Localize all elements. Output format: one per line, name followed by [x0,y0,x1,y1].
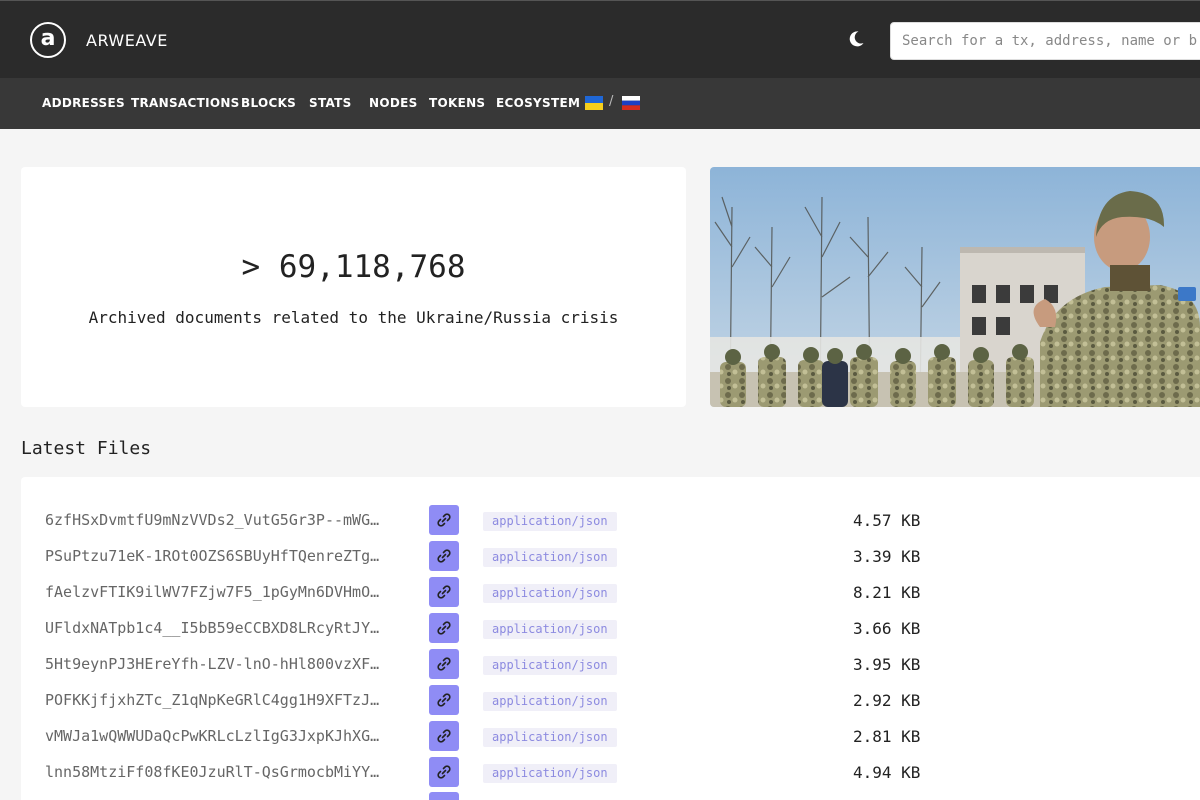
archived-count: > 69,118,768 [241,249,466,285]
file-id-link[interactable]: lnn58MtziFf08fKE0JzuRlT-QsGrmocbMiYY… [45,763,405,781]
table-row: PSuPtzu71eK-1ROt0OZS6SBUyHfTQenreZTg… ap… [21,538,1200,574]
moon-icon[interactable] [846,29,866,49]
mime-type-badge: application/json [483,728,617,747]
ukraine-soldiers-photo [710,167,1200,407]
file-size: 2.92 KB [853,691,921,710]
file-id-link[interactable]: 6zfHSxDvmtfU9mNzVVDs2_VutG5Gr3P--mWG… [45,511,405,529]
mime-type-badge: application/json [483,764,617,783]
top-bar: a ARWEAVE [0,0,1200,78]
latest-files-title: Latest Files [21,438,152,459]
link-icon[interactable] [429,685,459,715]
mime-type-badge: application/json [483,692,617,711]
mime-type-badge: application/json [483,656,617,675]
link-icon[interactable] [429,757,459,787]
mime-type-badge: application/json [483,548,617,567]
nav-item-ecosystem[interactable]: ECOSYSTEM [496,96,580,110]
logo-letter: a [40,25,56,51]
file-size: 3.39 KB [853,547,921,566]
file-size: 3.66 KB [853,619,921,638]
russia-flag-icon[interactable] [622,96,640,110]
nav-item-nodes[interactable]: NODES [369,96,418,110]
nav-item-transactions[interactable]: TRANSACTIONS [131,96,240,110]
nav-item-tokens[interactable]: TOKENS [429,96,485,110]
file-id-link[interactable]: vMWJa1wQWWUDaQcPwKRLcLzlIgG3JxpKJhXG… [45,727,405,745]
table-row: POFKKjfjxhZTc_Z1qNpKeGRlC4gg1H9XFTzJ… ap… [21,682,1200,718]
nav-item-addresses[interactable]: ADDRESSES [42,96,125,110]
link-icon[interactable] [429,505,459,535]
ukraine-flag-icon[interactable] [585,96,603,110]
file-id-link[interactable]: PSuPtzu71eK-1ROt0OZS6SBUyHfTQenreZTg… [45,547,405,565]
link-icon[interactable] [429,577,459,607]
mime-type-badge: application/json [483,512,617,531]
mime-type-badge: application/json [483,584,617,603]
arweave-logo-icon[interactable]: a [30,22,66,58]
table-row: 6zfHSxDvmtfU9mNzVVDs2_VutG5Gr3P--mWG… ap… [21,502,1200,538]
file-size: 4.57 KB [853,511,921,530]
link-icon[interactable] [429,541,459,571]
file-size: 3.95 KB [853,655,921,674]
link-icon[interactable] [429,792,459,800]
link-icon[interactable] [429,721,459,751]
file-size: 2.81 KB [853,727,921,746]
file-id-link[interactable]: fAelzvFTIK9ilWV7FZjw7F5_1pGyMn6DVHmO… [45,583,405,601]
archived-caption: Archived documents related to the Ukrain… [88,308,619,327]
table-row: vMWJa1wQWWUDaQcPwKRLcLzlIgG3JxpKJhXG… ap… [21,718,1200,754]
link-icon[interactable] [429,649,459,679]
file-id-link[interactable]: UFldxNATpb1c4__I5bB59eCCBXD8LRcyRtJY… [45,619,405,637]
file-id-link[interactable]: POFKKjfjxhZTc_Z1qNpKeGRlC4gg1H9XFTzJ… [45,691,405,709]
link-icon[interactable] [429,613,459,643]
latest-files-table: 6zfHSxDvmtfU9mNzVVDs2_VutG5Gr3P--mWG… ap… [21,477,1200,800]
file-size: 8.21 KB [853,583,921,602]
flag-separator: / [609,94,614,109]
nav-item-blocks[interactable]: BLOCKS [241,96,296,110]
table-row: 5Ht9eynPJ3HEreYfh-LZV-lnO-hHl800vzXF… ap… [21,646,1200,682]
table-row: lnn58MtziFf08fKE0JzuRlT-QsGrmocbMiYY… ap… [21,754,1200,790]
table-row: UFldxNATpb1c4__I5bB59eCCBXD8LRcyRtJY… ap… [21,610,1200,646]
file-size: 4.94 KB [853,763,921,782]
brand-name[interactable]: ARWEAVE [86,31,168,50]
search-input[interactable] [890,22,1200,60]
file-id-link[interactable]: 5Ht9eynPJ3HEreYfh-LZV-lnO-hHl800vzXF… [45,655,405,673]
nav-item-stats[interactable]: STATS [309,96,352,110]
archived-documents-card: > 69,118,768 Archived documents related … [21,167,686,407]
table-row: fAelzvFTIK9ilWV7FZjw7F5_1pGyMn6DVHmO… ap… [21,574,1200,610]
mime-type-badge: application/json [483,620,617,639]
